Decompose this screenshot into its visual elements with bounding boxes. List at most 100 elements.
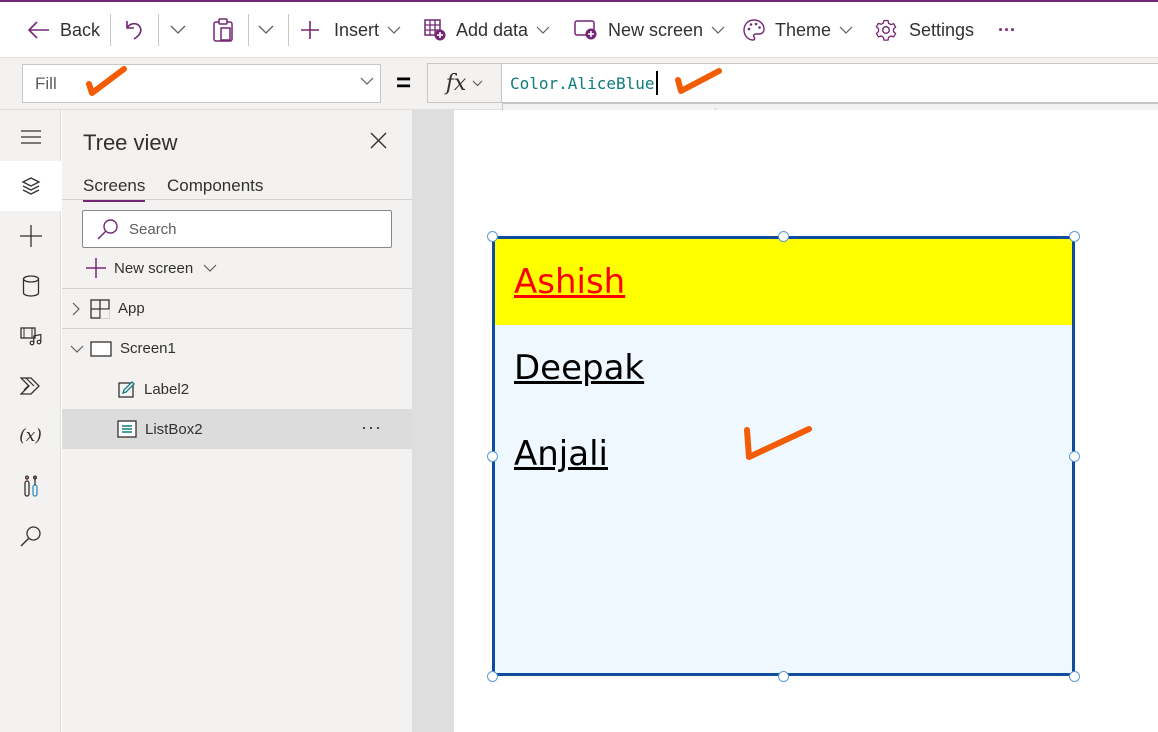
arrow-left-icon: [28, 21, 49, 39]
tree-node-listbox2[interactable]: ListBox2 ···: [62, 409, 412, 449]
chevron-right-icon: [72, 302, 80, 315]
tree-node-label: App: [118, 300, 145, 317]
listbox-icon: [117, 420, 137, 438]
property-dropdown[interactable]: Fill: [22, 64, 381, 103]
annotation-check-icon: [675, 68, 722, 94]
chevron-down-icon: [70, 345, 84, 353]
annotation-check-icon: [744, 426, 812, 460]
tree-search-input[interactable]: Search: [82, 210, 392, 248]
tree-node-label: ListBox2: [145, 420, 203, 438]
insert-button[interactable]: Insert: [300, 2, 401, 58]
fx-button[interactable]: fx: [427, 63, 502, 103]
tree-tabs: Screens Components: [62, 172, 412, 202]
search-icon: [20, 526, 41, 547]
clipboard-icon: [213, 18, 233, 42]
listbox-item[interactable]: Deepak: [495, 325, 1072, 411]
palette-icon: [743, 19, 765, 41]
add-data-button[interactable]: Add data: [424, 2, 550, 58]
chevron-down-icon: [536, 26, 550, 34]
search-placeholder: Search: [129, 220, 177, 238]
media-icon: [19, 327, 41, 346]
theme-button[interactable]: Theme: [743, 2, 853, 58]
gear-icon: [875, 19, 897, 41]
chevron-down-icon: [203, 264, 217, 272]
add-data-label: Add data: [456, 19, 529, 40]
rail-menu-button[interactable]: [0, 112, 61, 162]
new-screen-label: New screen: [608, 19, 704, 40]
chevron-down-icon: [360, 77, 374, 85]
divider: [248, 14, 249, 46]
rail-power-automate[interactable]: [0, 361, 61, 411]
formula-input[interactable]: Color.AliceBlue: [502, 63, 1158, 103]
resize-handle-bottom[interactable]: [778, 671, 789, 682]
tab-screens[interactable]: Screens: [83, 176, 146, 202]
database-icon: [22, 275, 39, 297]
formula-text: Color.AliceBlue: [510, 73, 655, 93]
resize-handle-right[interactable]: [1069, 451, 1080, 462]
property-value: Fill: [35, 73, 57, 93]
more-options-button[interactable]: ···: [998, 2, 1016, 58]
tree-node-screen1[interactable]: Screen1: [62, 328, 412, 368]
listbox-item[interactable]: Ashish: [495, 239, 1072, 325]
rail-search[interactable]: [0, 511, 61, 561]
variables-icon: (x): [19, 426, 42, 446]
rail-data[interactable]: [0, 261, 61, 311]
search-icon: [97, 219, 118, 240]
chevron-down-icon: [170, 25, 186, 34]
undo-dropdown-button[interactable]: [170, 2, 186, 58]
chevron-down-icon: [711, 26, 725, 34]
resize-handle-top-right[interactable]: [1069, 231, 1080, 242]
new-screen-button[interactable]: New screen: [574, 2, 725, 58]
rail-tree-view[interactable]: [0, 161, 61, 211]
tree-node-app[interactable]: App: [62, 288, 412, 328]
divider: [288, 14, 289, 46]
tree-view-panel: Tree view Screens Components Search New …: [62, 110, 412, 732]
rail-advanced-tools[interactable]: [0, 461, 61, 511]
power-automate-icon: [19, 377, 40, 395]
canvas-gutter: [412, 110, 454, 732]
resize-handle-top[interactable]: [778, 231, 789, 242]
divider: [158, 14, 159, 46]
rail-variables[interactable]: (x): [0, 411, 61, 461]
plus-icon: [19, 225, 42, 247]
tree-node-label: Screen1: [120, 340, 176, 357]
resize-handle-bottom-left[interactable]: [487, 671, 498, 682]
chevron-down-icon: [258, 25, 274, 34]
plus-icon: [301, 21, 319, 39]
resize-handle-left[interactable]: [487, 451, 498, 462]
rail-insert[interactable]: [0, 211, 61, 261]
command-bar: Back Insert Add data New screen Theme Se…: [0, 0, 1158, 58]
divider: [110, 14, 111, 46]
equals-sign: =: [396, 67, 412, 97]
chevron-down-icon: [387, 26, 401, 34]
rail-media[interactable]: [0, 311, 61, 361]
close-panel-button[interactable]: [370, 132, 387, 154]
undo-button[interactable]: [124, 2, 144, 58]
tab-components[interactable]: Components: [167, 176, 263, 200]
settings-button[interactable]: Settings: [875, 2, 974, 58]
tree-node-label2[interactable]: Label2: [62, 369, 412, 409]
chevron-down-icon: [472, 80, 483, 86]
more-icon: ···: [998, 19, 1016, 40]
back-button[interactable]: Back: [28, 2, 100, 58]
left-rail: (x): [0, 110, 61, 732]
insert-label: Insert: [334, 19, 380, 40]
plus-icon: [86, 258, 106, 278]
theme-label: Theme: [775, 19, 832, 40]
resize-handle-top-left[interactable]: [487, 231, 498, 242]
paste-button[interactable]: [212, 2, 234, 58]
fx-icon: fx: [445, 70, 467, 96]
new-screen-button[interactable]: New screen: [86, 256, 217, 280]
new-screen-label: New screen: [114, 259, 194, 277]
chevron-down-icon: [839, 26, 853, 34]
annotation-check-icon: [86, 66, 127, 96]
undo-icon: [126, 21, 142, 40]
screen-icon: [90, 340, 112, 357]
advanced-tools-icon: [23, 475, 38, 497]
hamburger-icon: [20, 130, 41, 144]
close-icon: [370, 132, 387, 149]
node-more-button[interactable]: ···: [361, 417, 382, 438]
resize-handle-bottom-right[interactable]: [1069, 671, 1080, 682]
app-icon: [90, 298, 110, 319]
paste-dropdown-button[interactable]: [258, 2, 274, 58]
